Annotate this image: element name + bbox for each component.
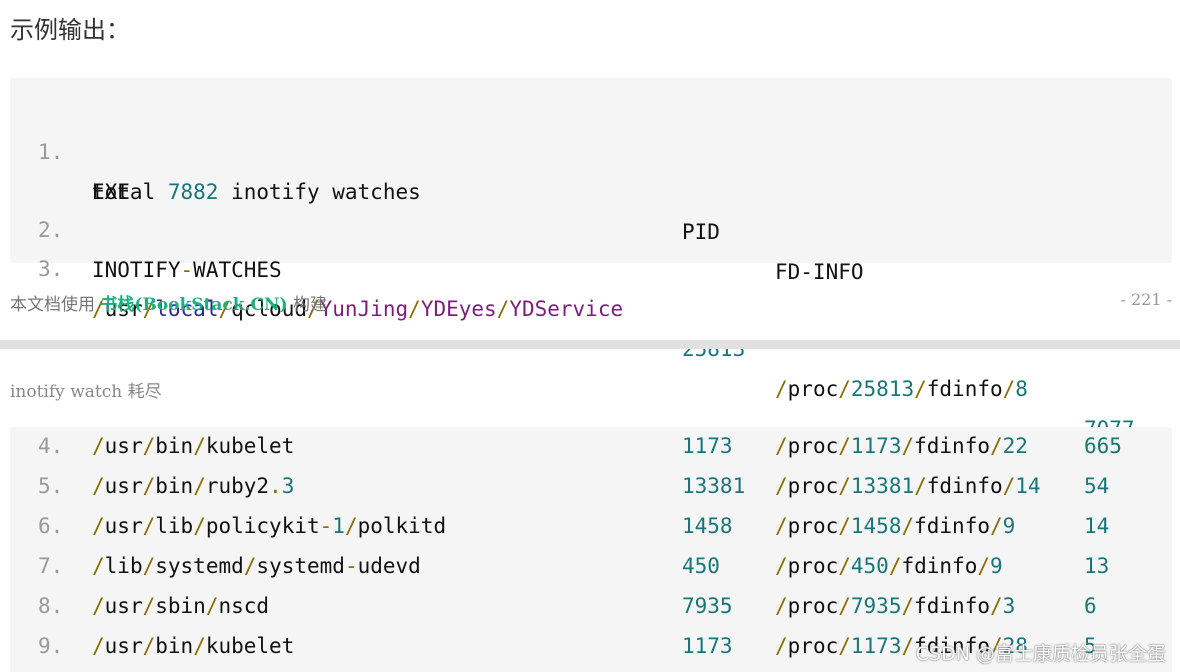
line-number: 6. <box>38 514 64 538</box>
page-number: - 221 - <box>1120 290 1172 309</box>
code-line-5: 5. /usr/bin/ruby2.3 13381/proc/13381/fdinf… <box>10 466 1172 506</box>
exe-path: /usr/bin/kubelet <box>92 634 295 658</box>
pid-value: 25813 <box>682 337 746 361</box>
exe-path: /usr/bin/ruby2.3 <box>92 474 295 498</box>
watch-count: 6 <box>1084 594 1097 618</box>
exe-path: /lib/systemd/systemd-udevd <box>92 554 421 578</box>
exe-path: /usr/sbin/nscd <box>92 594 270 618</box>
fd-info-path: /proc/7935/fdinfo/3 <box>775 594 1016 618</box>
code-block-2: 4. /usr/bin/kubelet 1173/proc/1173/fdinfo/… <box>10 427 1172 672</box>
code-line-2: 2. INOTIFY-WATCHES <box>10 170 1172 282</box>
code-line-6: 6. /usr/lib/policykit-1/polkitd 1458/proc/… <box>10 506 1172 546</box>
code-line-7: 7. /lib/systemd/systemd-udevd 450/proc/450… <box>10 546 1172 586</box>
pid-value: 13381 <box>682 474 746 498</box>
code-block-1: 1. total 7882 inotify watches EXE PID FD… <box>10 78 1172 441</box>
line-number: 8. <box>38 594 64 618</box>
footer-prefix: 本文档使用 <box>10 295 101 315</box>
line-number: 5. <box>38 474 64 498</box>
csdn-watermark: CSDN @富士康质检员张全蛋 <box>915 643 1166 665</box>
column-fd-info: FD-INFO <box>775 260 864 284</box>
watch-count: 54 <box>1084 474 1110 498</box>
exe-path: /usr/bin/kubelet <box>92 434 295 458</box>
fd-info-path: /proc/1458/fdinfo/9 <box>775 514 1016 538</box>
line-number: 4. <box>38 434 64 458</box>
pid-value: 7935 <box>682 594 733 618</box>
watch-count: 13 <box>1084 554 1110 578</box>
code-line-3: 3. /usr/local/qcloud/YunJing/YDEyes/YDSe… <box>10 209 1172 441</box>
page-separator <box>0 340 1180 349</box>
fd-info-path: /proc/25813/fdinfo/8 <box>775 377 1028 401</box>
exe-path: /usr/lib/policykit-1/polkitd <box>92 514 447 538</box>
fd-info-path: /proc/1173/fdinfo/22 <box>775 434 1028 458</box>
fd-info-path: /proc/450/fdinfo/9 <box>775 554 1003 578</box>
pid-value: 1173 <box>682 634 733 658</box>
code-line-4: 4. /usr/bin/kubelet 1173/proc/1173/fdinfo/… <box>10 426 1172 466</box>
footer-suffix: 构建 <box>287 295 327 315</box>
code-line-1: 1. total 7882 inotify watches <box>10 92 1172 204</box>
watch-count: 14 <box>1084 514 1110 538</box>
code-line-1-wrap: EXE PID FD-INFO <box>10 132 1172 284</box>
line-number: 3. <box>38 257 64 281</box>
page-header: inotify watch 耗尽 <box>10 382 162 402</box>
line-number: 7. <box>38 554 64 578</box>
line-number: 9. <box>38 634 64 658</box>
pid-value: 1458 <box>682 514 733 538</box>
pid-value: 1173 <box>682 434 733 458</box>
watch-count: 665 <box>1084 434 1122 458</box>
fd-info-path: /proc/13381/fdinfo/14 <box>775 474 1041 498</box>
pid-value: 450 <box>682 554 720 578</box>
page-footer: 本文档使用 书栈(BookStack.CN) 构建 - 221 - <box>10 290 1172 316</box>
section-heading: 示例输出： <box>10 16 130 44</box>
bookstack-link[interactable]: 书栈(BookStack.CN) <box>100 295 287 315</box>
code-line-8: 8. /usr/sbin/nscd 7935/proc/7935/fdinfo/3 6 <box>10 586 1172 626</box>
code-text: INOTIFY-WATCHES <box>92 258 282 282</box>
